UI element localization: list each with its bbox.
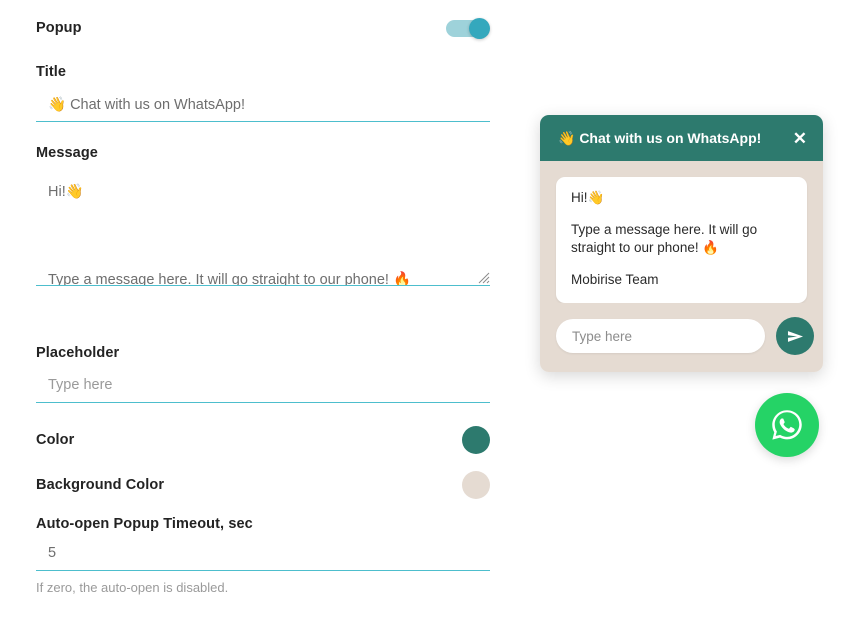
message-field-wrap [36, 170, 490, 286]
timeout-field-wrap [36, 541, 490, 571]
background-color-label: Background Color [36, 476, 165, 493]
chat-message-input[interactable] [556, 319, 765, 353]
bubble-line: Hi!👋 [571, 190, 605, 205]
toggle-knob [469, 18, 490, 39]
color-row: Color [36, 426, 490, 454]
send-icon[interactable] [776, 317, 814, 355]
popup-label: Popup [36, 19, 82, 36]
title-label: Title [36, 64, 67, 80]
chat-widget-title: 👋 Chat with us on WhatsApp! [558, 129, 762, 146]
background-color-swatch[interactable] [462, 471, 490, 499]
placeholder-input[interactable] [36, 373, 490, 403]
title-input[interactable] [36, 92, 490, 122]
bubble-line: Mobirise Team [571, 272, 659, 287]
whatsapp-icon[interactable] [755, 393, 819, 457]
placeholder-label: Placeholder [36, 345, 120, 361]
timeout-input[interactable] [36, 541, 490, 571]
message-textarea[interactable] [36, 170, 490, 286]
color-swatch[interactable] [462, 426, 490, 454]
popup-enable-row: Popup [36, 18, 490, 39]
message-label: Message [36, 145, 98, 161]
color-label: Color [36, 431, 75, 448]
bubble-line: Type a message here. It will go straight… [571, 222, 758, 255]
chat-widget-preview: 👋 Chat with us on WhatsApp! ✕ Hi!👋 Type … [540, 115, 823, 372]
timeout-label: Auto-open Popup Timeout, sec [36, 516, 253, 532]
background-color-row: Background Color [36, 471, 490, 499]
timeout-hint-text: If zero, the auto-open is disabled. [36, 580, 229, 595]
close-icon[interactable]: ✕ [791, 128, 809, 149]
chat-message-bubble: Hi!👋 Type a message here. It will go str… [556, 177, 807, 303]
title-field-wrap [36, 92, 490, 122]
app-root: Popup Title Message Placeholder [0, 0, 850, 622]
chat-widget-body: Hi!👋 Type a message here. It will go str… [540, 161, 823, 303]
placeholder-field-wrap [36, 373, 490, 403]
popup-toggle-switch[interactable] [446, 18, 490, 39]
chat-widget-header: 👋 Chat with us on WhatsApp! ✕ [540, 115, 823, 161]
chat-input-bar [540, 303, 823, 372]
